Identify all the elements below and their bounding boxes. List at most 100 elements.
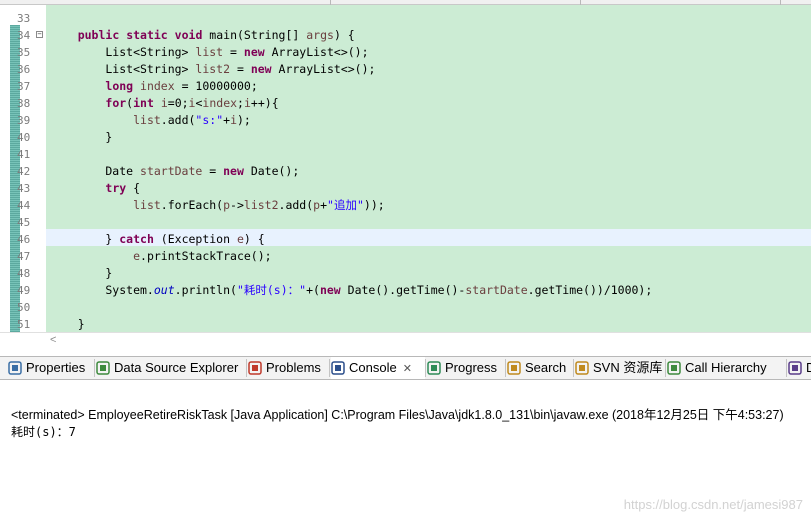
line-number: 48 xyxy=(17,267,31,280)
code-line[interactable]: 38 for(int i=0;i<index;i++){ xyxy=(0,95,811,112)
console-icon xyxy=(331,360,345,375)
code-token: } xyxy=(50,232,120,246)
code-token: = xyxy=(230,62,251,76)
code-token: i xyxy=(243,96,251,110)
code-token: new xyxy=(250,62,272,76)
code-token: "追加" xyxy=(327,198,364,212)
code-token: i xyxy=(160,96,168,110)
code-line[interactable]: 40 } xyxy=(0,129,811,146)
code-token: index xyxy=(202,96,238,110)
line-number: 36 xyxy=(17,63,31,76)
code-token: .add( xyxy=(278,198,314,212)
line-number: 41 xyxy=(17,148,31,161)
tab-search[interactable]: Search xyxy=(507,357,573,379)
line-number: 39 xyxy=(17,114,31,127)
code-line[interactable]: 49 System.out.println("耗时(s)："+(new Date… xyxy=(0,282,811,299)
code-text: List<String> list = new ArrayList<>(); xyxy=(50,44,368,61)
line-number: 42 xyxy=(17,165,31,178)
code-line[interactable]: 41 xyxy=(0,146,811,163)
code-token: ArrayList<>(); xyxy=(271,62,376,76)
tab-label: Properties xyxy=(26,360,86,375)
tab-properties[interactable]: Properties xyxy=(8,357,94,379)
code-line[interactable]: 47 e.printStackTrace(); xyxy=(0,248,811,265)
code-line[interactable]: 45 xyxy=(0,214,811,231)
code-token: = xyxy=(202,164,224,178)
code-token: -> xyxy=(230,198,244,212)
line-number: 33 xyxy=(17,12,31,25)
tab-svn[interactable]: SVN 资源库 xyxy=(575,357,665,379)
code-text: list.add("s:"+i); xyxy=(50,112,251,129)
line-number: 40 xyxy=(17,131,31,144)
tab-problems[interactable]: Problems xyxy=(248,357,328,379)
code-text: System.out.println("耗时(s)："+(new Date().… xyxy=(50,282,652,299)
tab-separator xyxy=(573,359,574,377)
call-hierarchy-icon xyxy=(667,360,681,375)
line-number: 44 xyxy=(17,199,31,212)
code-token: .println( xyxy=(174,283,237,297)
horizontal-scrollbar[interactable]: < xyxy=(0,332,811,350)
line-number: 49 xyxy=(17,284,31,297)
code-line[interactable]: 35 List<String> list = new ArrayList<>()… xyxy=(0,44,811,61)
tab-de[interactable]: De xyxy=(788,357,811,379)
code-text: e.printStackTrace(); xyxy=(50,248,272,265)
tab-separator xyxy=(329,359,330,377)
code-token: ) { xyxy=(333,28,355,42)
tab-call-hierarchy[interactable]: Call Hierarchy xyxy=(667,357,785,379)
code-text: list.forEach(p->list2.add(p+"追加")); xyxy=(50,197,385,214)
code-line[interactable]: 51 } xyxy=(0,316,811,332)
line-number: 43 xyxy=(17,182,31,195)
code-token: } xyxy=(50,130,113,144)
line-number: 35 xyxy=(17,46,31,59)
code-token: new xyxy=(243,45,265,59)
code-token: "耗时(s)：" xyxy=(236,283,307,297)
code-text: Date startDate = new Date(); xyxy=(50,163,299,180)
code-token: .forEach( xyxy=(160,198,224,212)
code-token: long xyxy=(105,79,134,93)
close-icon[interactable]: ✕ xyxy=(403,363,412,375)
code-line[interactable]: 37 long index = 10000000; xyxy=(0,78,811,95)
line-number: 37 xyxy=(17,80,31,93)
watermark: https://blog.csdn.net/jamesi987 xyxy=(623,497,803,512)
code-line[interactable]: 34− public static void main(String[] arg… xyxy=(0,27,811,44)
code-token: .printStackTrace(); xyxy=(140,249,272,263)
code-text: } xyxy=(50,316,85,332)
tab-separator xyxy=(425,359,426,377)
code-text: } xyxy=(50,129,112,146)
code-line[interactable]: 44 list.forEach(p->list2.add(p+"追加")); xyxy=(0,197,811,214)
code-line[interactable]: 33 xyxy=(0,10,811,27)
code-token: + xyxy=(320,198,328,212)
code-token: .getTime())/1000); xyxy=(527,283,653,297)
tab-label: Problems xyxy=(266,360,321,375)
code-text: public static void main(String[] args) { xyxy=(50,27,355,44)
code-token: list2 xyxy=(195,62,231,76)
tab-label: Progress xyxy=(445,360,498,375)
code-editor[interactable]: 33 34− public static void main(String[] … xyxy=(0,5,811,332)
tab-console[interactable]: Console ✕ xyxy=(331,357,425,379)
code-token: ++){ xyxy=(250,96,279,110)
code-line[interactable]: 39 list.add("s:"+i); xyxy=(0,112,811,129)
tab-data-source-explorer[interactable]: Data Source Explorer xyxy=(96,357,246,379)
code-token: public xyxy=(77,28,120,42)
code-line[interactable]: 42 Date startDate = new Date(); xyxy=(0,163,811,180)
code-token: index xyxy=(140,79,175,93)
code-token: Date(); xyxy=(243,164,300,178)
code-line[interactable]: 48 } xyxy=(0,265,811,282)
tab-progress[interactable]: Progress xyxy=(427,357,505,379)
code-line[interactable]: 50 xyxy=(0,299,811,316)
properties-icon xyxy=(8,360,22,375)
fold-collapse-icon[interactable]: − xyxy=(36,31,43,38)
code-text xyxy=(50,10,78,27)
code-line[interactable]: 36 List<String> list2 = new ArrayList<>(… xyxy=(0,61,811,78)
code-token: { xyxy=(126,181,141,195)
code-line[interactable]: 43 try { xyxy=(0,180,811,197)
code-line[interactable]: 46 } catch (Exception e) { xyxy=(0,231,811,248)
code-token: try xyxy=(105,181,127,195)
scroll-left-icon[interactable]: < xyxy=(50,334,56,346)
code-token: list xyxy=(133,198,161,212)
code-text: long index = 10000000; xyxy=(50,78,257,95)
code-token: new xyxy=(319,283,341,297)
